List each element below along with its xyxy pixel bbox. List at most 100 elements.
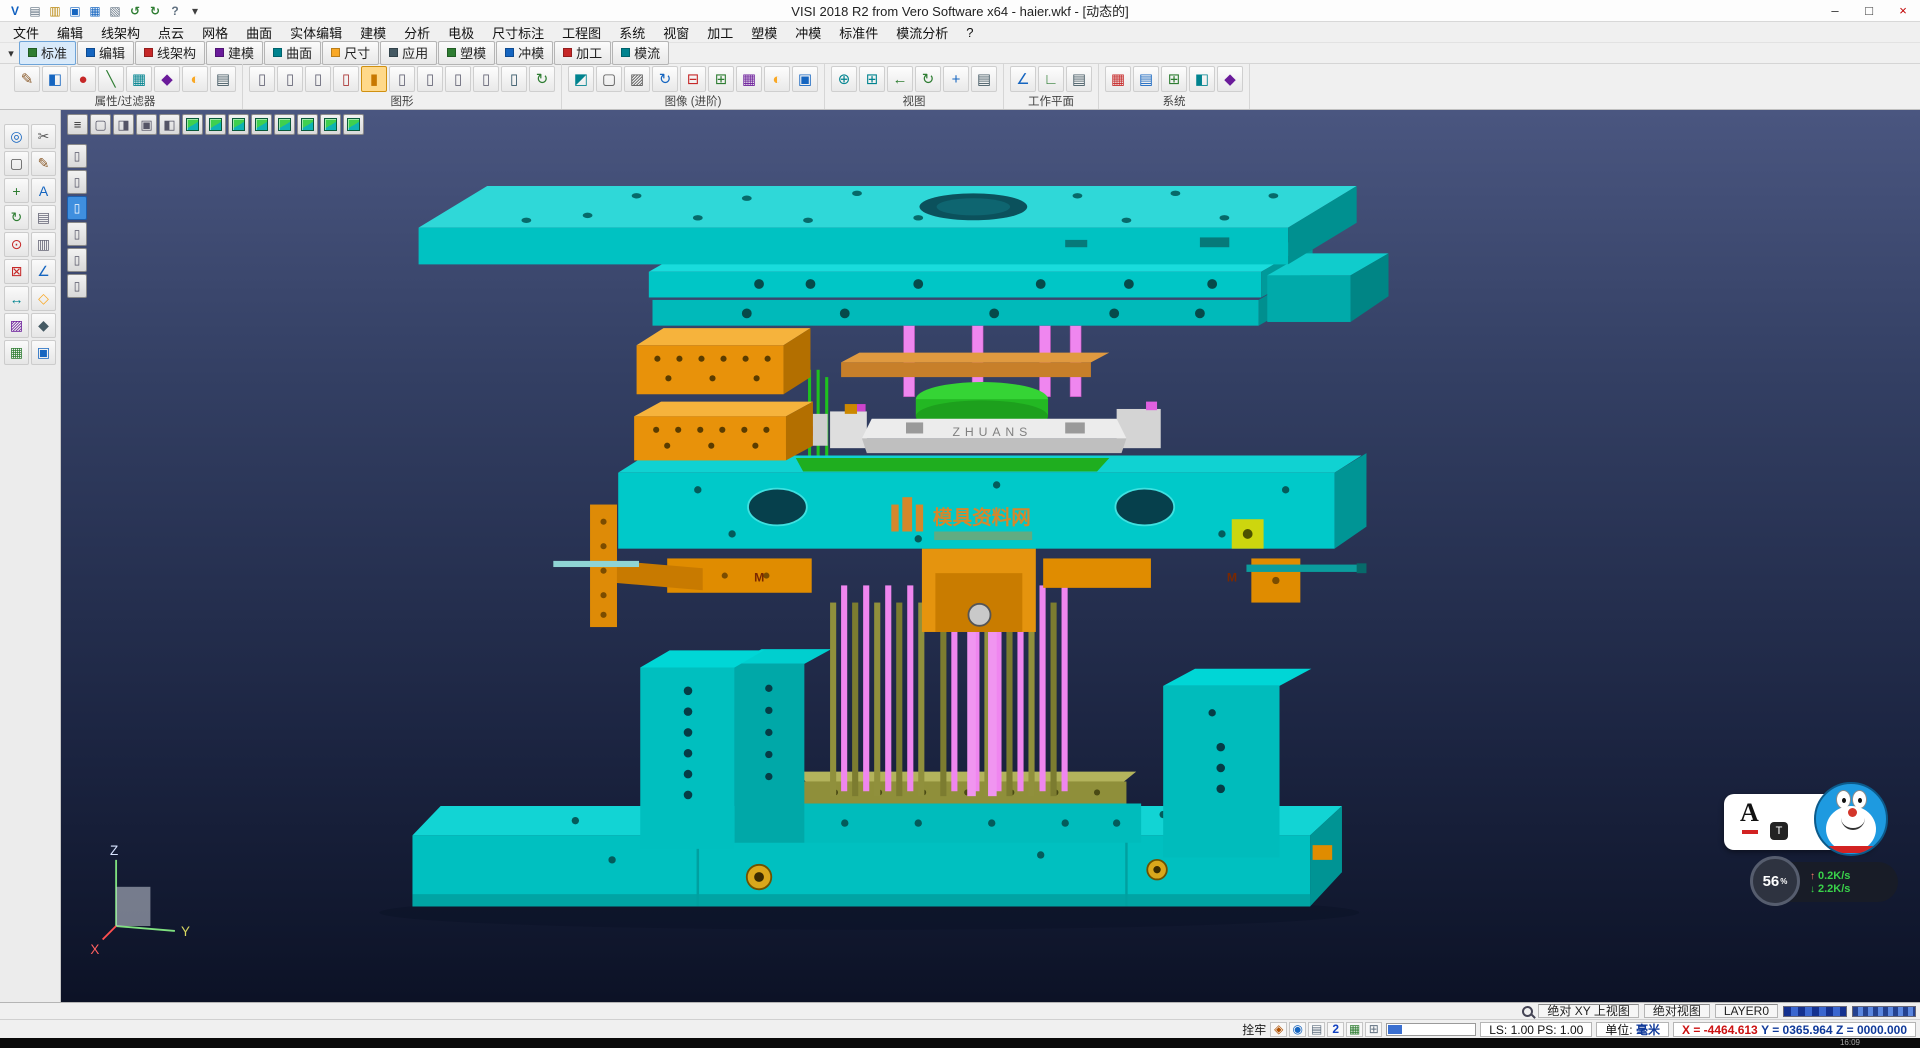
scale-field[interactable]: LS: 1.00 PS: 1.00 bbox=[1480, 1022, 1592, 1037]
menu-item-5[interactable]: 网格 bbox=[193, 22, 237, 42]
ribbon-tab-7[interactable]: 应用 bbox=[380, 41, 437, 65]
visi-logo[interactable]: V bbox=[6, 2, 24, 20]
front-view-cube[interactable] bbox=[228, 114, 249, 135]
bottom-view-cube[interactable] bbox=[320, 114, 341, 135]
attribute-match[interactable]: ◧ bbox=[42, 66, 68, 92]
ribbon-tab-3[interactable]: 线架构 bbox=[135, 41, 205, 65]
rotate-tool[interactable]: ↻ bbox=[4, 205, 29, 230]
menu-item-10[interactable]: 电极 bbox=[439, 22, 483, 42]
quick-view-4[interactable]: ▯ bbox=[67, 222, 87, 246]
system-display[interactable]: ◧ bbox=[1189, 66, 1215, 92]
menu-item-9[interactable]: 分析 bbox=[395, 22, 439, 42]
open-file[interactable]: ▥ bbox=[46, 2, 64, 20]
count-badge[interactable]: 2 bbox=[1327, 1022, 1344, 1037]
ribbon-tab-10[interactable]: 加工 bbox=[554, 41, 611, 65]
graphics-show[interactable]: ▯ bbox=[417, 66, 443, 92]
hatch-tool[interactable]: ▨ bbox=[4, 313, 29, 338]
axonometric-view-cube[interactable] bbox=[343, 114, 364, 135]
filter-color[interactable]: ◐ bbox=[182, 66, 208, 92]
menu-item-18[interactable]: 标准件 bbox=[830, 22, 887, 42]
workplane-create[interactable]: ∠ bbox=[1010, 66, 1036, 92]
menu-item-15[interactable]: 加工 bbox=[698, 22, 742, 42]
menu-item-12[interactable]: 工程图 bbox=[553, 22, 610, 42]
system-colors[interactable]: ▦ bbox=[1105, 66, 1131, 92]
workplane-align[interactable]: ∟ bbox=[1038, 66, 1064, 92]
font-tool-icon[interactable]: A bbox=[1740, 798, 1759, 828]
network-speed-widget[interactable]: 56% ↑0.2K/s ↓2.2K/s bbox=[1758, 862, 1898, 902]
system-settings[interactable]: ◆ bbox=[1217, 66, 1243, 92]
menu-item-1[interactable]: 文件 bbox=[4, 22, 48, 42]
graphics-measure[interactable]: ▯ bbox=[501, 66, 527, 92]
section-view[interactable]: ⊟ bbox=[680, 66, 706, 92]
view-orientation-field[interactable]: 绝对 XY 上视图 bbox=[1538, 1004, 1638, 1018]
select-tool[interactable]: ◎ bbox=[4, 124, 29, 149]
explode-view[interactable]: ⊞ bbox=[708, 66, 734, 92]
taskbar-sliver[interactable]: 16:09 bbox=[0, 1038, 1920, 1048]
system-grid[interactable]: ⊞ bbox=[1161, 66, 1187, 92]
menu-item-7[interactable]: 实体编辑 bbox=[281, 22, 351, 42]
color-swatch-bar-1[interactable] bbox=[1783, 1006, 1847, 1017]
save-view[interactable]: ▣ bbox=[31, 340, 56, 365]
graphics-blank[interactable]: ▯ bbox=[445, 66, 471, 92]
ribbon-tab-2[interactable]: 编辑 bbox=[77, 41, 134, 65]
menu-item-11[interactable]: 尺寸标注 bbox=[483, 22, 553, 42]
graphics-paste[interactable]: ▯ bbox=[305, 66, 331, 92]
pan-hand[interactable]: ◆ bbox=[31, 313, 56, 338]
filter-layer[interactable]: ▤ bbox=[210, 66, 236, 92]
right-view-cube[interactable] bbox=[251, 114, 272, 135]
menu-item-20[interactable]: ? bbox=[957, 22, 982, 42]
lock-icon[interactable]: ◈ bbox=[1270, 1022, 1287, 1037]
minimize-button[interactable]: – bbox=[1818, 0, 1852, 21]
camera-icon[interactable]: ◉ bbox=[1289, 1022, 1306, 1037]
move-tool[interactable]: + bbox=[4, 178, 29, 203]
filter-line[interactable]: ╲ bbox=[98, 66, 124, 92]
rotate-view[interactable]: ↻ bbox=[915, 66, 941, 92]
menu-item-19[interactable]: 模流分析 bbox=[887, 22, 957, 42]
pan-view[interactable]: + bbox=[943, 66, 969, 92]
trim-scissors[interactable]: ✂ bbox=[31, 124, 56, 149]
viewport-quad[interactable]: ▣ bbox=[136, 114, 157, 135]
graphics-new-list[interactable]: ▯ bbox=[249, 66, 275, 92]
text-tool-icon[interactable]: T bbox=[1770, 822, 1788, 840]
text-tool[interactable]: A bbox=[31, 178, 56, 203]
left-view-cube[interactable] bbox=[297, 114, 318, 135]
view-menu[interactable]: ≡ bbox=[67, 114, 88, 135]
quick-view-1[interactable]: ▯ bbox=[67, 144, 87, 168]
filter-point[interactable]: ● bbox=[70, 66, 96, 92]
active-layer-field[interactable]: LAYER0 bbox=[1715, 1004, 1778, 1018]
mold-assembly-model[interactable]: M M bbox=[61, 110, 1920, 1002]
layers-icon[interactable]: ▦ bbox=[1346, 1022, 1363, 1037]
ribbon-tab-4[interactable]: 建模 bbox=[206, 41, 263, 65]
menu-item-2[interactable]: 编辑 bbox=[48, 22, 92, 42]
box-select[interactable]: ▢ bbox=[4, 151, 29, 176]
3d-viewport[interactable]: M M bbox=[61, 110, 1920, 1002]
menu-item-6[interactable]: 曲面 bbox=[237, 22, 281, 42]
angle-tool[interactable]: ∠ bbox=[31, 259, 56, 284]
customize-dropdown[interactable]: ▾ bbox=[186, 2, 204, 20]
view-list[interactable]: ▤ bbox=[971, 66, 997, 92]
viewport-split[interactable]: ◨ bbox=[113, 114, 134, 135]
zoom-previous[interactable]: ← bbox=[887, 66, 913, 92]
search-magnifier-icon[interactable] bbox=[1522, 1006, 1533, 1017]
units-field[interactable]: 单位: 毫米 bbox=[1596, 1022, 1669, 1037]
undo[interactable]: ↺ bbox=[126, 2, 144, 20]
hidden-line-view[interactable]: ▨ bbox=[624, 66, 650, 92]
graphics-copy[interactable]: ▯ bbox=[277, 66, 303, 92]
filter-solid[interactable]: ◆ bbox=[154, 66, 180, 92]
color-swatch-bar-2[interactable] bbox=[1852, 1006, 1916, 1017]
snap-tool[interactable]: ⊙ bbox=[4, 232, 29, 257]
ribbon-tab-1[interactable]: 标准 bbox=[19, 41, 76, 65]
ribbon-tab-9[interactable]: 冲模 bbox=[496, 41, 553, 65]
menu-item-13[interactable]: 系统 bbox=[610, 22, 654, 42]
new-document[interactable]: ▤ bbox=[26, 2, 44, 20]
menu-item-14[interactable]: 视窗 bbox=[654, 22, 698, 42]
ribbon-tab-5[interactable]: 曲面 bbox=[264, 41, 321, 65]
help-doc[interactable]: ? bbox=[166, 2, 184, 20]
sketch-pencil[interactable]: ✎ bbox=[31, 151, 56, 176]
print[interactable]: ▧ bbox=[106, 2, 124, 20]
absolute-view-field[interactable]: 绝对视图 bbox=[1644, 1004, 1710, 1018]
quick-view-6[interactable]: ▯ bbox=[67, 274, 87, 298]
iso-view-cube[interactable] bbox=[182, 114, 203, 135]
graphics-group[interactable]: ▯ bbox=[473, 66, 499, 92]
input-tool-card[interactable]: A T bbox=[1724, 794, 1874, 850]
